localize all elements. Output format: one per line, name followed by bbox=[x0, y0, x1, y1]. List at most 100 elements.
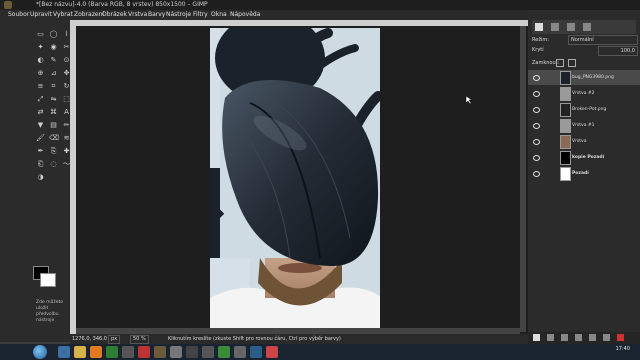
clone-tool-icon[interactable]: ⎘ bbox=[49, 147, 58, 156]
ellipse-select-tool-icon[interactable]: ◯ bbox=[49, 30, 58, 39]
status-message: Kliknutím kreslíte (zkuste Shift pro rov… bbox=[168, 336, 341, 342]
crop-tool-icon[interactable]: ⌗ bbox=[49, 82, 58, 91]
window-title: *[Bez názvu]-4.0 (Barva RGB, 8 vrstev) 8… bbox=[36, 1, 208, 8]
app10-taskbar-icon[interactable] bbox=[266, 346, 278, 358]
anchor-layer-icon[interactable] bbox=[589, 334, 596, 341]
app8-taskbar-icon[interactable] bbox=[234, 346, 246, 358]
dock-tab-bar bbox=[532, 20, 636, 34]
menu-filtry[interactable]: Filtry bbox=[193, 10, 208, 20]
menu-barvy[interactable]: Barvy bbox=[148, 10, 165, 20]
menu-okna[interactable]: Okna bbox=[211, 10, 227, 20]
layer-name: Pozadí bbox=[572, 171, 589, 176]
menu-vrstva[interactable]: Vrstva bbox=[128, 10, 147, 20]
background-color-swatch[interactable] bbox=[40, 273, 56, 287]
flip-tool-icon[interactable]: ⇄ bbox=[36, 108, 45, 117]
app-taskbar-icon[interactable] bbox=[106, 346, 118, 358]
app5-taskbar-icon[interactable] bbox=[186, 346, 198, 358]
layer-row[interactable]: Vrstva bbox=[528, 134, 640, 149]
app9-taskbar-icon[interactable] bbox=[250, 346, 262, 358]
app3-taskbar-icon[interactable] bbox=[138, 346, 150, 358]
perspective-clone-tool-icon[interactable]: ⎗ bbox=[36, 160, 45, 169]
foreground-select-tool-icon[interactable]: ◐ bbox=[36, 56, 45, 65]
layers-button-bar bbox=[528, 332, 640, 344]
opacity-spinner[interactable]: 100,0 bbox=[598, 46, 638, 56]
visibility-eye-icon[interactable] bbox=[533, 123, 540, 129]
visibility-eye-icon[interactable] bbox=[533, 107, 540, 113]
horizontal-ruler[interactable] bbox=[70, 20, 528, 26]
menu-obr-zek[interactable]: Obrázek bbox=[102, 10, 127, 20]
visibility-eye-icon[interactable] bbox=[533, 91, 540, 97]
ink-tool-icon[interactable]: ✒ bbox=[36, 147, 45, 156]
gimp-icon bbox=[4, 1, 12, 9]
image-canvas[interactable] bbox=[210, 28, 380, 328]
cage-tool-icon[interactable]: ⌘ bbox=[49, 108, 58, 117]
ie-taskbar-icon[interactable] bbox=[58, 346, 70, 358]
lock-pixels-toggle[interactable] bbox=[556, 59, 564, 67]
measure-tool-icon[interactable]: ⊿ bbox=[49, 69, 58, 78]
zoom-select[interactable]: 50 % bbox=[130, 335, 149, 344]
channels-tab-icon[interactable] bbox=[551, 23, 559, 31]
layer-row[interactable]: kopie Pozadí bbox=[528, 150, 640, 165]
explorer-taskbar-icon[interactable] bbox=[74, 346, 86, 358]
paths-tool-icon[interactable]: ✎ bbox=[49, 56, 58, 65]
paths-tab-icon[interactable] bbox=[567, 23, 575, 31]
eraser-tool-icon[interactable]: ⌫ bbox=[49, 134, 59, 143]
layer-row[interactable]: Vrstva #1 bbox=[528, 118, 640, 133]
fuzzy-select-tool-icon[interactable]: ✦ bbox=[36, 43, 45, 52]
media-taskbar-icon[interactable] bbox=[90, 346, 102, 358]
layer-row[interactable]: Broken-Pot.png bbox=[528, 102, 640, 117]
layer-row[interactable]: Vrstva #2 bbox=[528, 86, 640, 101]
app2-taskbar-icon[interactable] bbox=[122, 346, 134, 358]
layer-name: bug_PNG3980.png bbox=[572, 75, 614, 80]
app7-taskbar-icon[interactable] bbox=[218, 346, 230, 358]
vertical-scrollbar[interactable] bbox=[520, 26, 526, 332]
dodge-burn-tool-icon[interactable]: ◑ bbox=[36, 173, 45, 182]
paintbrush-tool-icon[interactable]: 🖌 bbox=[36, 134, 45, 143]
layer-thumbnail bbox=[560, 103, 571, 117]
raise-layer-icon[interactable] bbox=[547, 334, 554, 341]
blur-tool-icon[interactable]: ◌ bbox=[49, 160, 58, 169]
lower-layer-icon[interactable] bbox=[561, 334, 568, 341]
duplicate-layer-icon[interactable] bbox=[575, 334, 582, 341]
menu-soubor[interactable]: Soubor bbox=[8, 10, 29, 20]
layer-name: Vrstva bbox=[572, 139, 587, 144]
menu-zobrazen-[interactable]: Zobrazení bbox=[74, 10, 104, 20]
zoom-tool-icon[interactable]: ⊕ bbox=[36, 69, 45, 78]
pointer-coordinates: 1276,0, 346,0 bbox=[72, 336, 107, 342]
vertical-ruler[interactable] bbox=[70, 20, 76, 334]
app6-taskbar-icon[interactable] bbox=[202, 346, 214, 358]
visibility-eye-icon[interactable] bbox=[533, 139, 540, 145]
layers-tab-icon[interactable] bbox=[535, 23, 543, 31]
rect-select-tool-icon[interactable]: ▭ bbox=[36, 30, 45, 39]
scale-tool-icon[interactable]: ⤢ bbox=[36, 95, 45, 104]
shear-tool-icon[interactable]: ⇋ bbox=[49, 95, 58, 104]
layer-thumbnail bbox=[560, 167, 571, 181]
app4-taskbar-icon[interactable] bbox=[170, 346, 182, 358]
visibility-eye-icon[interactable] bbox=[533, 171, 540, 177]
menu-n-pov-da[interactable]: Nápověda bbox=[230, 10, 260, 20]
undo-history-tab-icon[interactable] bbox=[583, 23, 591, 31]
color-select-tool-icon[interactable]: ◉ bbox=[49, 43, 58, 52]
title-bar: *[Bez názvu]-4.0 (Barva RGB, 8 vrstev) 8… bbox=[0, 0, 640, 10]
menu-n-stroje[interactable]: Nástroje bbox=[166, 10, 191, 20]
bucket-fill-tool-icon[interactable]: ▼ bbox=[36, 121, 45, 130]
lock-alpha-toggle[interactable] bbox=[568, 59, 576, 67]
layer-row[interactable]: Pozadí bbox=[528, 166, 640, 181]
unit-select[interactable]: px bbox=[108, 335, 121, 344]
layer-row[interactable]: bug_PNG3980.png bbox=[528, 70, 640, 85]
visibility-eye-icon[interactable] bbox=[533, 155, 540, 161]
menu-upravit[interactable]: Upravit bbox=[30, 10, 52, 20]
visibility-eye-icon[interactable] bbox=[533, 75, 540, 81]
delete-layer-icon[interactable] bbox=[617, 334, 624, 341]
new-layer-icon[interactable] bbox=[533, 334, 540, 341]
status-bar: 1276,0, 346,0 px 50 % Kliknutím kreslíte… bbox=[70, 334, 528, 344]
blend-tool-icon[interactable]: ▤ bbox=[49, 121, 58, 130]
start-button[interactable] bbox=[33, 345, 47, 359]
gimp-taskbar-icon[interactable] bbox=[154, 346, 166, 358]
clock[interactable]: 17:40 bbox=[616, 346, 630, 352]
layer-thumbnail bbox=[560, 87, 571, 101]
mode-select[interactable]: Normální bbox=[568, 35, 638, 45]
mask-layer-icon[interactable] bbox=[603, 334, 610, 341]
menu-vybrat[interactable]: Vybrat bbox=[53, 10, 73, 20]
align-tool-icon[interactable]: ≡ bbox=[36, 82, 45, 91]
